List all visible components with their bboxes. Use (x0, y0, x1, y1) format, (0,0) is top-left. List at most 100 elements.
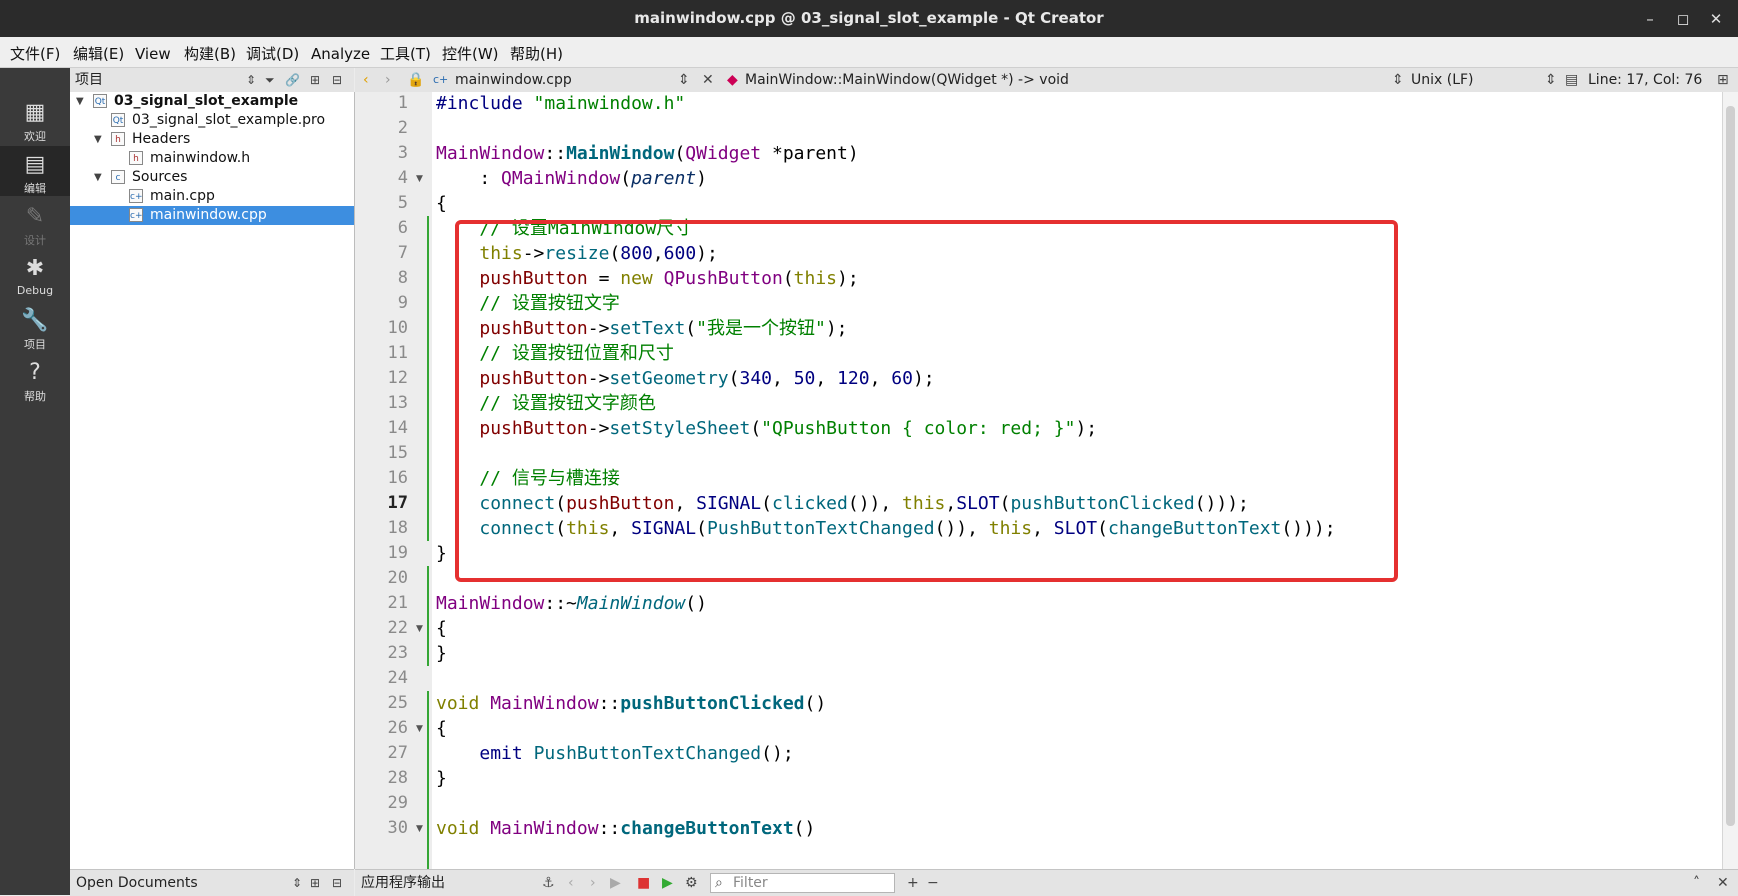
back-arrow-icon[interactable]: ‹ (363, 68, 369, 92)
token: MainWindow (490, 693, 599, 714)
tree-item-sources[interactable]: ▼ c Sources (70, 168, 354, 187)
token: :: (544, 143, 567, 164)
tree-item-label: main.cpp (150, 188, 215, 204)
tree-item-mainwindow-cpp[interactable]: c+ mainwindow.cpp (70, 206, 354, 225)
mode-welcome[interactable]: ▦ 欢迎 (0, 94, 70, 144)
maximize-button[interactable]: ◻ (1672, 8, 1694, 30)
menu-bar: 文件(F) 编辑(E) View 构建(B) 调试(D) Analyze 工具(… (0, 37, 1738, 68)
token: ::~ (544, 593, 577, 614)
expand-arrow-icon[interactable]: ▼ (94, 130, 106, 149)
split-icon[interactable]: ⊞ (310, 68, 320, 92)
line-number: 27 (387, 743, 408, 763)
fold-marker-icon[interactable]: ▼ (416, 174, 423, 184)
zoom-out-icon[interactable]: − (927, 870, 939, 896)
tree-item-main-cpp[interactable]: c+ main.cpp (70, 187, 354, 206)
output-filter-input[interactable]: ⌕ Filter (710, 873, 895, 893)
mode-debug[interactable]: ✱ Debug (0, 250, 70, 300)
token: pushButtonClicked (620, 693, 805, 714)
expand-arrow-icon[interactable]: ▼ (76, 92, 88, 111)
mode-help-label: 帮助 (24, 390, 46, 403)
fold-marker-icon[interactable]: ▼ (416, 724, 423, 734)
menu-debug[interactable]: 调试(D) (246, 37, 299, 67)
mode-welcome-label: 欢迎 (24, 130, 46, 143)
pro-file-icon: Qt (111, 113, 125, 127)
token: MainWindow (436, 593, 545, 614)
next-icon[interactable]: › (590, 870, 596, 896)
menu-edit[interactable]: 编辑(E) (73, 37, 124, 67)
menu-view[interactable]: View (135, 37, 171, 67)
cursor-position[interactable]: Line: 17, Col: 76 (1588, 68, 1702, 92)
token: MainWindow (566, 143, 675, 164)
attach-icon[interactable]: ⚓ (542, 870, 555, 896)
line-number-current: 17 (387, 493, 408, 513)
search-icon: ⌕ (715, 875, 723, 891)
fold-marker-icon[interactable]: ▼ (416, 824, 423, 834)
line-number: 13 (387, 393, 408, 413)
menu-help[interactable]: 帮助(H) (510, 37, 563, 67)
tree-item-mainwindow-h[interactable]: h mainwindow.h (70, 149, 354, 168)
menu-analyze[interactable]: Analyze (311, 37, 370, 67)
current-file-name[interactable]: mainwindow.cpp (455, 68, 572, 92)
wrench-icon: 🔧 (21, 308, 49, 333)
editor-scrollbar[interactable] (1722, 92, 1738, 869)
tree-item-headers[interactable]: ▼ h Headers (70, 130, 354, 149)
debug-run-icon[interactable]: ▶ (662, 870, 673, 896)
mode-projects[interactable]: 🔧 项目 (0, 302, 70, 352)
tree-item-project[interactable]: ▼ Qt 03_signal_slot_example (70, 92, 354, 111)
menu-window[interactable]: 控件(W) (442, 37, 499, 67)
close-file-icon[interactable]: ✕ (702, 68, 714, 92)
document-icon: ▤ (24, 152, 46, 177)
title-bar: mainwindow.cpp @ 03_signal_slot_example … (0, 0, 1738, 37)
expand-arrow-icon[interactable]: ▼ (94, 168, 106, 187)
mode-selector: ▦ 欢迎 ▤ 编辑 ✎ 设计 ✱ Debug 🔧 项目 ? 帮助 (0, 68, 70, 895)
symbol-selector[interactable]: MainWindow::MainWindow(QWidget *) -> voi… (745, 68, 1069, 92)
tree-item-label: Headers (132, 131, 191, 147)
filter-icon[interactable]: ⏷ (265, 68, 275, 92)
forward-arrow-icon[interactable]: › (385, 68, 391, 92)
split-icon[interactable]: ⊞ (1717, 68, 1729, 92)
link-icon[interactable]: 🔗 (285, 68, 300, 92)
updown-icon[interactable]: ⇕ (292, 870, 302, 894)
line-number: 20 (387, 568, 408, 588)
menu-tools[interactable]: 工具(T) (380, 37, 431, 67)
minimize-button[interactable]: – (1639, 8, 1661, 30)
mode-edit[interactable]: ▤ 编辑 (0, 146, 70, 196)
line-ending-selector[interactable]: Unix (LF) (1411, 68, 1474, 92)
updown-icon[interactable]: ⇕ (246, 68, 256, 92)
menu-file[interactable]: 文件(F) (10, 37, 60, 67)
stop-icon[interactable]: ■ (637, 870, 650, 896)
mode-design[interactable]: ✎ 设计 (0, 198, 70, 248)
run-icon[interactable]: ▶ (610, 870, 621, 896)
token: :: (598, 818, 621, 839)
settings-gear-icon[interactable]: ⚙ (685, 870, 698, 896)
zoom-in-icon[interactable]: + (907, 870, 919, 896)
project-panel-title[interactable]: 项目 (75, 68, 103, 92)
maximize-panel-icon[interactable]: ˄ (1693, 870, 1700, 896)
tree-item-pro-file[interactable]: Qt 03_signal_slot_example.pro (70, 111, 354, 130)
open-documents-panel: Open Documents ⇕ ⊞ ⊟ (70, 869, 354, 896)
menu-build[interactable]: 构建(B) (184, 37, 236, 67)
line-number: 5 (397, 193, 408, 213)
code-line: emit PushButtonTextChanged(); (436, 741, 793, 766)
line-number: 24 (387, 668, 408, 688)
prev-icon[interactable]: ‹ (568, 870, 574, 896)
open-documents-title[interactable]: Open Documents (76, 870, 198, 896)
split-icon[interactable]: ⊞ (310, 870, 320, 894)
close-button[interactable]: ✕ (1705, 8, 1727, 30)
mode-help[interactable]: ? 帮助 (0, 354, 70, 404)
output-panel-title[interactable]: 应用程序输出 (361, 870, 445, 896)
close-panel-icon[interactable]: ✕ (1717, 870, 1729, 896)
close-panel-icon[interactable]: ⊟ (332, 68, 342, 92)
close-panel-icon[interactable]: ⊟ (332, 870, 342, 894)
line-number: 25 (387, 693, 408, 713)
file-dropdown-icon[interactable]: ⇕ (678, 68, 690, 92)
fold-marker-icon[interactable]: ▼ (416, 624, 423, 634)
symbol-dropdown-icon[interactable]: ⇕ (1392, 68, 1404, 92)
line-ending-dropdown-icon[interactable]: ⇕ (1545, 68, 1557, 92)
cpp-file-icon: c+ (433, 73, 449, 86)
token: MainWindow (576, 593, 686, 614)
scrollbar-thumb[interactable] (1726, 106, 1735, 826)
question-icon: ? (29, 360, 41, 385)
